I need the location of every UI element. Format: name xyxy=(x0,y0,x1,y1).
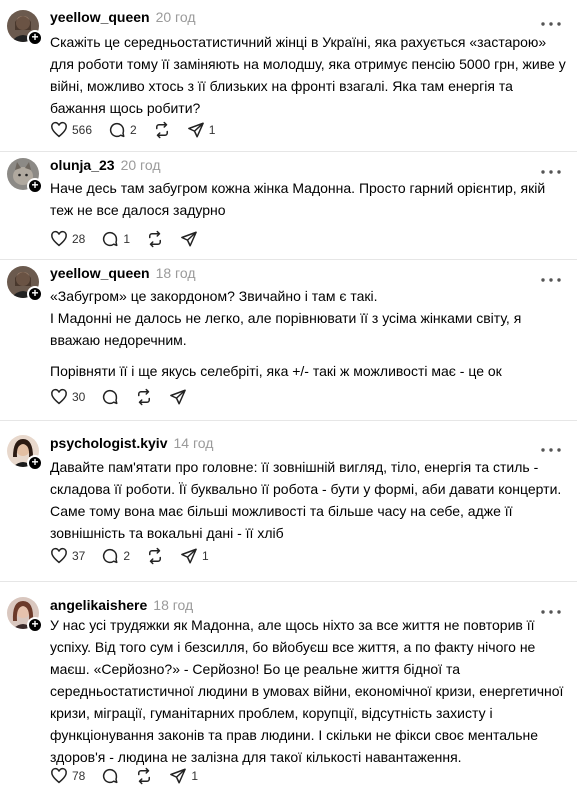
reply-button[interactable]: 1 xyxy=(101,229,130,249)
repost-icon xyxy=(138,388,151,406)
reply-button[interactable]: 2 xyxy=(108,120,137,140)
reply-button[interactable] xyxy=(101,387,119,407)
comment-icon xyxy=(103,389,118,405)
share-button[interactable]: 1 xyxy=(187,120,216,140)
username[interactable]: yeellow_queen xyxy=(50,265,150,281)
comment-icon xyxy=(103,231,118,247)
action-bar: 566 2 1 xyxy=(50,120,231,140)
more-icon[interactable] xyxy=(541,601,561,614)
more-icon[interactable] xyxy=(541,13,561,26)
action-bar: 30 xyxy=(50,387,203,407)
post: + psychologist.kyiv 14 год Давайте пам'ят… xyxy=(0,421,577,581)
like-button[interactable]: 78 xyxy=(50,766,85,786)
timestamp[interactable]: 14 год xyxy=(173,435,213,451)
username[interactable]: yeellow_queen xyxy=(50,9,150,25)
more-icon[interactable] xyxy=(541,439,561,452)
repost-button[interactable] xyxy=(135,766,153,786)
post-header: yeellow_queen 20 год xyxy=(50,8,196,26)
share-button[interactable] xyxy=(169,387,187,407)
comment-icon xyxy=(109,122,125,138)
post-paragraph: Скажіть це середньостатистичний жінці в … xyxy=(50,34,566,116)
repost-icon xyxy=(149,547,162,565)
repost-button[interactable] xyxy=(153,120,171,140)
repost-icon xyxy=(155,121,168,139)
heart-icon xyxy=(51,230,67,247)
post: + yeellow_queen 20 год Скажіть це середнь… xyxy=(0,0,577,151)
like-count: 37 xyxy=(72,549,86,563)
repost-icon xyxy=(149,230,162,248)
username[interactable]: psychologist.kyiv xyxy=(50,435,167,451)
repost-button[interactable] xyxy=(135,387,153,407)
heart-icon xyxy=(51,767,67,784)
like-button[interactable]: 37 xyxy=(50,546,85,566)
post-paragraph: У нас усі трудяжки як Мадонна, але щось … xyxy=(50,617,564,765)
share-button[interactable] xyxy=(180,229,198,249)
username[interactable]: olunja_23 xyxy=(50,157,115,173)
share-icon xyxy=(181,548,197,564)
share-icon xyxy=(181,231,197,247)
post-paragraph: «Забугром» це закордоном? Звичайно і там… xyxy=(50,288,378,304)
post: + olunja_23 20 год Наче десь там забугром… xyxy=(0,151,577,259)
post-header: angelikaishere 18 год xyxy=(50,596,193,614)
post: + yeellow_queen 18 год «Забугром» це зако… xyxy=(0,259,577,417)
reply-count: 1 xyxy=(123,232,131,246)
post-paragraph: І Мадонні не далось не легко, але порівн… xyxy=(50,310,522,348)
post-header: psychologist.kyiv 14 год xyxy=(50,434,213,452)
like-count: 78 xyxy=(72,769,86,783)
like-count: 566 xyxy=(72,123,93,137)
repost-button[interactable] xyxy=(146,546,164,566)
post-paragraph: Порівняти її і ще якусь селебріті, яка +… xyxy=(50,363,502,379)
share-count: 1 xyxy=(208,123,216,137)
post-text: Скажіть це середньостатистичний жінці в … xyxy=(50,31,570,119)
timestamp[interactable]: 20 год xyxy=(156,9,196,25)
reply-button[interactable]: 2 xyxy=(101,546,130,566)
comment-icon xyxy=(103,548,118,564)
timestamp[interactable]: 18 год xyxy=(153,597,193,613)
action-bar: 78 1 xyxy=(50,766,214,786)
heart-icon xyxy=(51,547,67,564)
post-paragraph: Давайте пам'ятати про головне: її зовніш… xyxy=(50,459,562,541)
post-header: yeellow_queen 18 год xyxy=(50,264,196,282)
like-button[interactable]: 30 xyxy=(50,387,85,407)
like-button[interactable]: 28 xyxy=(50,229,85,249)
share-icon xyxy=(170,768,187,784)
plus-icon[interactable]: + xyxy=(27,178,43,194)
reply-count: 2 xyxy=(123,549,131,563)
post-text: «Забугром» це закордоном? Звичайно і там… xyxy=(50,285,570,382)
like-count: 28 xyxy=(72,232,86,246)
plus-icon[interactable]: + xyxy=(27,455,43,471)
plus-icon[interactable]: + xyxy=(27,617,43,633)
username[interactable]: angelikaishere xyxy=(50,597,147,613)
action-bar: 37 2 1 xyxy=(50,546,225,566)
post: + angelikaishere 18 год У нас усі трудяжк… xyxy=(0,582,577,794)
share-icon xyxy=(170,389,187,405)
action-bar: 28 1 xyxy=(50,229,214,249)
repost-button[interactable] xyxy=(146,229,164,249)
share-button[interactable]: 1 xyxy=(169,766,198,786)
more-icon[interactable] xyxy=(541,161,561,174)
reply-count: 2 xyxy=(130,123,137,137)
heart-icon xyxy=(51,121,67,138)
share-count: 1 xyxy=(191,769,199,783)
timestamp[interactable]: 18 год xyxy=(156,265,196,281)
post-paragraph: Наче десь там забугром кожна жінка Мадон… xyxy=(50,180,546,218)
plus-icon[interactable]: + xyxy=(27,30,43,46)
post-text: Наче десь там забугром кожна жінка Мадон… xyxy=(50,177,570,221)
post-header: olunja_23 20 год xyxy=(50,156,161,174)
heart-icon xyxy=(51,388,67,405)
timestamp[interactable]: 20 год xyxy=(121,157,161,173)
reply-button[interactable] xyxy=(101,766,119,786)
share-button[interactable]: 1 xyxy=(180,546,209,566)
share-count: 1 xyxy=(202,549,209,563)
comment-icon xyxy=(103,768,118,784)
repost-icon xyxy=(138,767,151,785)
post-text: Давайте пам'ятати про головне: її зовніш… xyxy=(50,456,570,544)
like-count: 30 xyxy=(72,390,86,404)
like-button[interactable]: 566 xyxy=(50,120,92,140)
post-text: У нас усі трудяжки як Мадонна, але щось … xyxy=(50,614,570,768)
more-icon[interactable] xyxy=(541,269,561,282)
plus-icon[interactable]: + xyxy=(27,286,43,302)
share-icon xyxy=(187,122,204,138)
